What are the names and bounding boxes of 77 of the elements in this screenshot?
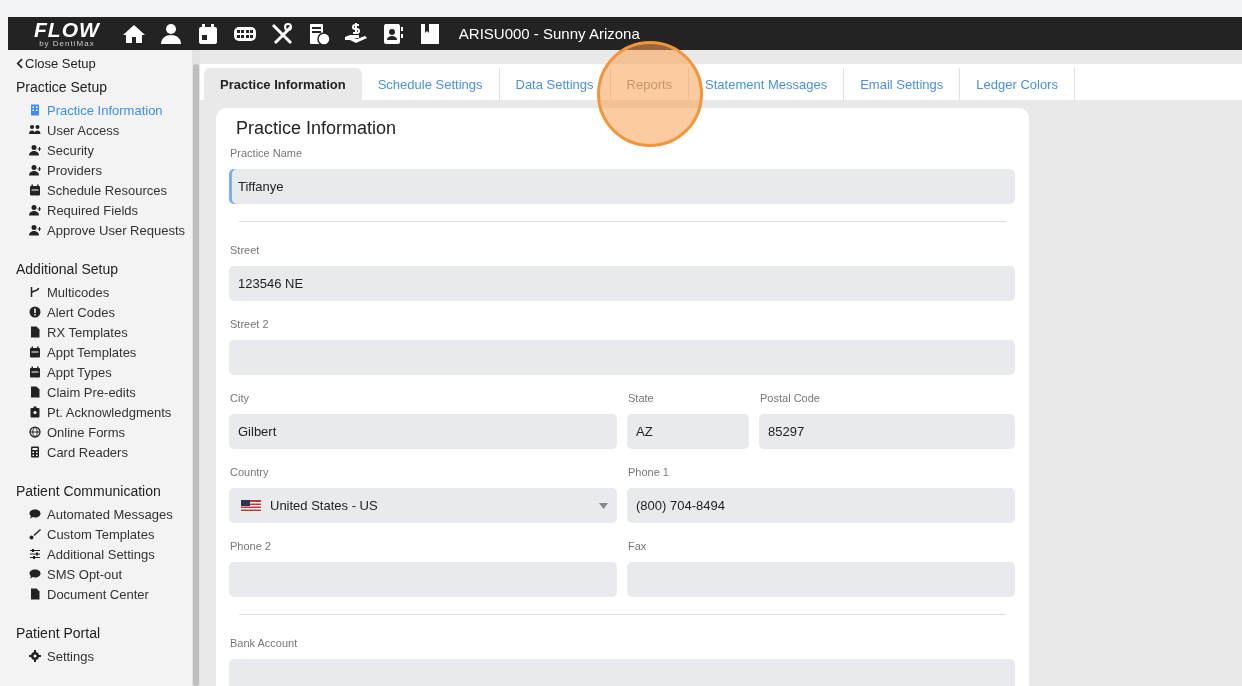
sidebar-item[interactable]: Multicodes <box>16 283 192 303</box>
section-heading: Patient Portal <box>16 625 102 641</box>
field-label: Phone 1 <box>628 466 670 478</box>
sidebar-item[interactable]: Additional Settings <box>16 545 192 565</box>
sidebar-item[interactable]: Online Forms <box>16 423 192 443</box>
input-field[interactable]: Tiffanye <box>229 169 1015 204</box>
sidebar-item[interactable]: Schedule Resources <box>16 181 192 201</box>
practice-title: ARISU000 - Sunny Arizona <box>458 25 640 42</box>
badge-icon <box>29 406 41 418</box>
building-icon <box>29 104 41 116</box>
sidebar-item[interactable]: User Access <box>16 121 192 141</box>
section-heading: Additional Setup <box>16 261 119 277</box>
tab[interactable]: Practice Information <box>204 68 362 100</box>
sidebar-item[interactable]: Settings <box>16 647 192 667</box>
hand-dollar-icon[interactable] <box>343 21 368 46</box>
sidebar-item[interactable]: Card Readers <box>16 443 192 463</box>
input-field[interactable]: (800) 704-8494 <box>627 488 1015 523</box>
person-icon <box>29 204 41 216</box>
calendar-icon <box>29 366 41 378</box>
sidebar-item[interactable]: Document Center <box>16 585 192 605</box>
sidebar-item[interactable]: Approve User Requests <box>16 221 192 241</box>
person-icon[interactable] <box>158 21 183 46</box>
field-label: Postal Code <box>760 392 821 404</box>
input-field[interactable]: AZ <box>627 414 749 449</box>
sidebar-item[interactable]: Appt Templates <box>16 343 192 363</box>
input-field[interactable]: 123546 NE <box>229 266 1015 301</box>
section-heading: Patient Communication <box>16 483 162 499</box>
settings-icon <box>29 650 41 662</box>
speech-bubble-icon <box>29 508 41 520</box>
sidebar-item[interactable]: Pt. Acknowledgments <box>16 403 192 423</box>
scrollbar[interactable] <box>192 50 200 686</box>
input-field[interactable]: Gilbert <box>229 414 617 449</box>
field-label: State <box>628 392 655 404</box>
sliders-icon <box>29 548 41 560</box>
globe-icon <box>29 426 41 438</box>
field-label: Practice Name <box>230 147 304 159</box>
sidebar-item[interactable]: Appt Types <box>16 363 192 383</box>
field-label: City <box>230 392 250 404</box>
calendar-icon <box>29 184 41 196</box>
field-label: Street 2 <box>230 318 270 330</box>
sidebar-item[interactable]: Automated Messages <box>16 505 192 525</box>
sidebar-item[interactable]: Required Fields <box>16 201 192 221</box>
document-icon <box>29 386 41 398</box>
person-icon <box>29 144 41 156</box>
form-title: Practice Information <box>236 118 398 139</box>
calculator-icon <box>29 446 41 458</box>
caret-icon <box>599 502 608 509</box>
logo: FLOW by DentiMax <box>34 19 100 48</box>
dropdown[interactable]: United States - US <box>229 488 617 523</box>
chevron-left-icon <box>16 58 23 69</box>
branch-icon <box>29 286 41 298</box>
person-icon <box>29 164 41 176</box>
sidebar-item[interactable]: Providers <box>16 161 192 181</box>
field-label: Fax <box>628 540 648 552</box>
users-icon <box>29 124 41 136</box>
field-label: Street <box>230 244 261 256</box>
field-label: Country <box>230 466 270 478</box>
speech-bubble-icon <box>29 568 41 580</box>
brush-icon <box>29 528 41 540</box>
section-heading: Practice Setup <box>16 79 109 95</box>
calendar-icon <box>29 346 41 358</box>
document-icon <box>29 588 41 600</box>
sidebar-item[interactable]: SMS Opt-out <box>16 565 192 585</box>
field-label: Bank Account <box>230 637 299 649</box>
sidebar-item[interactable]: RX Templates <box>16 323 192 343</box>
document-icon <box>29 326 41 338</box>
crossed-tools-icon[interactable] <box>269 21 294 46</box>
alert-icon <box>29 306 41 318</box>
field-label: Phone 2 <box>230 540 272 552</box>
sidebar-item[interactable]: Security <box>16 141 192 161</box>
close-setup-link[interactable]: Close Setup <box>16 56 96 71</box>
sidebar-item[interactable]: Claim Pre-edits <box>16 383 192 403</box>
sidebar-item[interactable]: Custom Templates <box>16 525 192 545</box>
person-icon <box>29 224 41 236</box>
input-field[interactable]: 85297 <box>759 414 1015 449</box>
flag-icon <box>241 500 261 511</box>
sidebar-item[interactable]: Alert Codes <box>16 303 192 323</box>
